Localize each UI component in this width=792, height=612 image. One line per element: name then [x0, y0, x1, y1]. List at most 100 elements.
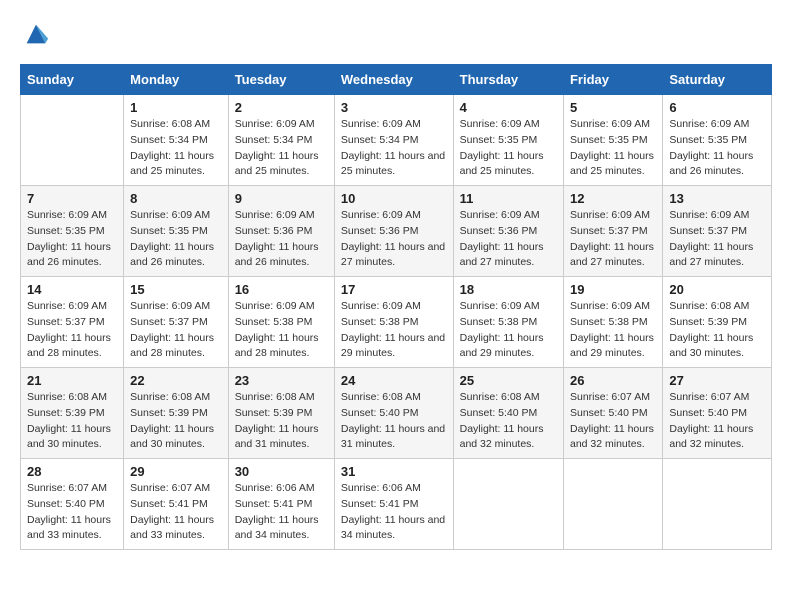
- header-cell-friday: Friday: [563, 65, 662, 95]
- day-number: 30: [235, 464, 328, 479]
- day-cell: [663, 459, 772, 550]
- day-info: Sunrise: 6:08 AM Sunset: 5:39 PM Dayligh…: [130, 390, 222, 453]
- day-cell: 3 Sunrise: 6:09 AM Sunset: 5:34 PM Dayli…: [334, 95, 453, 186]
- day-info: Sunrise: 6:08 AM Sunset: 5:34 PM Dayligh…: [130, 117, 222, 180]
- calendar-header: SundayMondayTuesdayWednesdayThursdayFrid…: [21, 65, 772, 95]
- day-number: 1: [130, 100, 222, 115]
- day-cell: 8 Sunrise: 6:09 AM Sunset: 5:35 PM Dayli…: [124, 186, 229, 277]
- day-cell: 18 Sunrise: 6:09 AM Sunset: 5:38 PM Dayl…: [453, 277, 563, 368]
- day-cell: 13 Sunrise: 6:09 AM Sunset: 5:37 PM Dayl…: [663, 186, 772, 277]
- day-info: Sunrise: 6:09 AM Sunset: 5:35 PM Dayligh…: [27, 208, 117, 271]
- day-number: 27: [669, 373, 765, 388]
- day-cell: 21 Sunrise: 6:08 AM Sunset: 5:39 PM Dayl…: [21, 368, 124, 459]
- day-cell: 11 Sunrise: 6:09 AM Sunset: 5:36 PM Dayl…: [453, 186, 563, 277]
- day-cell: 28 Sunrise: 6:07 AM Sunset: 5:40 PM Dayl…: [21, 459, 124, 550]
- day-info: Sunrise: 6:09 AM Sunset: 5:38 PM Dayligh…: [341, 299, 447, 362]
- day-cell: 30 Sunrise: 6:06 AM Sunset: 5:41 PM Dayl…: [228, 459, 334, 550]
- day-number: 16: [235, 282, 328, 297]
- day-number: 19: [570, 282, 656, 297]
- day-cell: 5 Sunrise: 6:09 AM Sunset: 5:35 PM Dayli…: [563, 95, 662, 186]
- day-number: 29: [130, 464, 222, 479]
- day-number: 31: [341, 464, 447, 479]
- day-number: 25: [460, 373, 557, 388]
- day-cell: 23 Sunrise: 6:08 AM Sunset: 5:39 PM Dayl…: [228, 368, 334, 459]
- day-info: Sunrise: 6:07 AM Sunset: 5:40 PM Dayligh…: [27, 481, 117, 544]
- day-number: 26: [570, 373, 656, 388]
- logo: [20, 20, 50, 48]
- day-cell: 17 Sunrise: 6:09 AM Sunset: 5:38 PM Dayl…: [334, 277, 453, 368]
- day-info: Sunrise: 6:08 AM Sunset: 5:39 PM Dayligh…: [27, 390, 117, 453]
- day-info: Sunrise: 6:09 AM Sunset: 5:36 PM Dayligh…: [235, 208, 328, 271]
- day-number: 14: [27, 282, 117, 297]
- day-cell: 9 Sunrise: 6:09 AM Sunset: 5:36 PM Dayli…: [228, 186, 334, 277]
- day-cell: 15 Sunrise: 6:09 AM Sunset: 5:37 PM Dayl…: [124, 277, 229, 368]
- day-info: Sunrise: 6:08 AM Sunset: 5:39 PM Dayligh…: [669, 299, 765, 362]
- day-cell: 2 Sunrise: 6:09 AM Sunset: 5:34 PM Dayli…: [228, 95, 334, 186]
- day-info: Sunrise: 6:09 AM Sunset: 5:36 PM Dayligh…: [460, 208, 557, 271]
- day-number: 23: [235, 373, 328, 388]
- day-info: Sunrise: 6:08 AM Sunset: 5:39 PM Dayligh…: [235, 390, 328, 453]
- calendar-body: 1 Sunrise: 6:08 AM Sunset: 5:34 PM Dayli…: [21, 95, 772, 550]
- day-info: Sunrise: 6:09 AM Sunset: 5:36 PM Dayligh…: [341, 208, 447, 271]
- day-info: Sunrise: 6:06 AM Sunset: 5:41 PM Dayligh…: [341, 481, 447, 544]
- day-info: Sunrise: 6:09 AM Sunset: 5:34 PM Dayligh…: [341, 117, 447, 180]
- day-cell: 12 Sunrise: 6:09 AM Sunset: 5:37 PM Dayl…: [563, 186, 662, 277]
- day-cell: 4 Sunrise: 6:09 AM Sunset: 5:35 PM Dayli…: [453, 95, 563, 186]
- day-number: 15: [130, 282, 222, 297]
- day-cell: 20 Sunrise: 6:08 AM Sunset: 5:39 PM Dayl…: [663, 277, 772, 368]
- week-row-2: 7 Sunrise: 6:09 AM Sunset: 5:35 PM Dayli…: [21, 186, 772, 277]
- day-cell: 16 Sunrise: 6:09 AM Sunset: 5:38 PM Dayl…: [228, 277, 334, 368]
- day-number: 9: [235, 191, 328, 206]
- day-cell: [453, 459, 563, 550]
- day-info: Sunrise: 6:09 AM Sunset: 5:38 PM Dayligh…: [460, 299, 557, 362]
- day-number: 24: [341, 373, 447, 388]
- day-number: 20: [669, 282, 765, 297]
- day-number: 12: [570, 191, 656, 206]
- day-cell: [21, 95, 124, 186]
- day-cell: [563, 459, 662, 550]
- day-info: Sunrise: 6:09 AM Sunset: 5:35 PM Dayligh…: [669, 117, 765, 180]
- day-info: Sunrise: 6:09 AM Sunset: 5:37 PM Dayligh…: [27, 299, 117, 362]
- day-cell: 25 Sunrise: 6:08 AM Sunset: 5:40 PM Dayl…: [453, 368, 563, 459]
- day-info: Sunrise: 6:09 AM Sunset: 5:38 PM Dayligh…: [570, 299, 656, 362]
- day-number: 13: [669, 191, 765, 206]
- day-info: Sunrise: 6:09 AM Sunset: 5:37 PM Dayligh…: [130, 299, 222, 362]
- header-cell-tuesday: Tuesday: [228, 65, 334, 95]
- page-header: [20, 20, 772, 48]
- day-cell: 7 Sunrise: 6:09 AM Sunset: 5:35 PM Dayli…: [21, 186, 124, 277]
- day-info: Sunrise: 6:06 AM Sunset: 5:41 PM Dayligh…: [235, 481, 328, 544]
- week-row-1: 1 Sunrise: 6:08 AM Sunset: 5:34 PM Dayli…: [21, 95, 772, 186]
- day-cell: 22 Sunrise: 6:08 AM Sunset: 5:39 PM Dayl…: [124, 368, 229, 459]
- day-cell: 26 Sunrise: 6:07 AM Sunset: 5:40 PM Dayl…: [563, 368, 662, 459]
- day-number: 6: [669, 100, 765, 115]
- day-number: 11: [460, 191, 557, 206]
- day-info: Sunrise: 6:08 AM Sunset: 5:40 PM Dayligh…: [460, 390, 557, 453]
- week-row-3: 14 Sunrise: 6:09 AM Sunset: 5:37 PM Dayl…: [21, 277, 772, 368]
- day-number: 21: [27, 373, 117, 388]
- day-info: Sunrise: 6:09 AM Sunset: 5:34 PM Dayligh…: [235, 117, 328, 180]
- day-cell: 6 Sunrise: 6:09 AM Sunset: 5:35 PM Dayli…: [663, 95, 772, 186]
- day-number: 17: [341, 282, 447, 297]
- calendar-table: SundayMondayTuesdayWednesdayThursdayFrid…: [20, 64, 772, 550]
- week-row-4: 21 Sunrise: 6:08 AM Sunset: 5:39 PM Dayl…: [21, 368, 772, 459]
- day-cell: 27 Sunrise: 6:07 AM Sunset: 5:40 PM Dayl…: [663, 368, 772, 459]
- day-cell: 24 Sunrise: 6:08 AM Sunset: 5:40 PM Dayl…: [334, 368, 453, 459]
- week-row-5: 28 Sunrise: 6:07 AM Sunset: 5:40 PM Dayl…: [21, 459, 772, 550]
- header-cell-sunday: Sunday: [21, 65, 124, 95]
- day-cell: 14 Sunrise: 6:09 AM Sunset: 5:37 PM Dayl…: [21, 277, 124, 368]
- header-row: SundayMondayTuesdayWednesdayThursdayFrid…: [21, 65, 772, 95]
- day-cell: 31 Sunrise: 6:06 AM Sunset: 5:41 PM Dayl…: [334, 459, 453, 550]
- day-number: 2: [235, 100, 328, 115]
- day-info: Sunrise: 6:07 AM Sunset: 5:40 PM Dayligh…: [570, 390, 656, 453]
- day-number: 28: [27, 464, 117, 479]
- day-number: 10: [341, 191, 447, 206]
- day-number: 3: [341, 100, 447, 115]
- day-number: 7: [27, 191, 117, 206]
- day-cell: 10 Sunrise: 6:09 AM Sunset: 5:36 PM Dayl…: [334, 186, 453, 277]
- day-number: 18: [460, 282, 557, 297]
- day-info: Sunrise: 6:08 AM Sunset: 5:40 PM Dayligh…: [341, 390, 447, 453]
- day-cell: 1 Sunrise: 6:08 AM Sunset: 5:34 PM Dayli…: [124, 95, 229, 186]
- day-number: 8: [130, 191, 222, 206]
- day-cell: 29 Sunrise: 6:07 AM Sunset: 5:41 PM Dayl…: [124, 459, 229, 550]
- day-info: Sunrise: 6:07 AM Sunset: 5:40 PM Dayligh…: [669, 390, 765, 453]
